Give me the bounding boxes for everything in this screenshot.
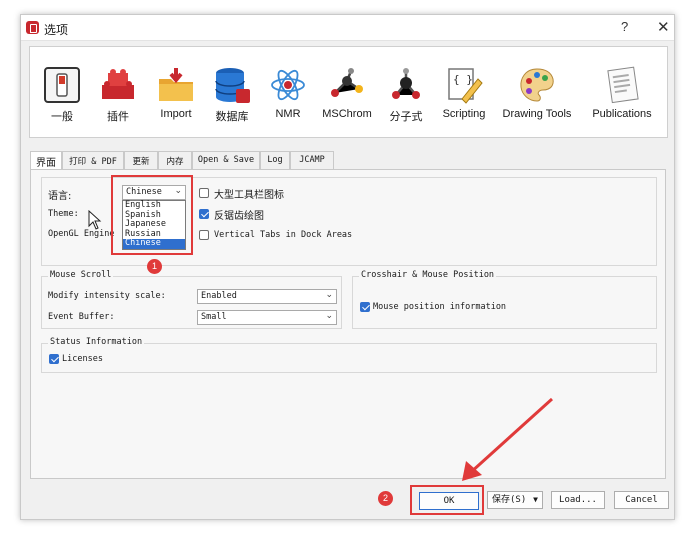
tool-label: Scripting — [442, 108, 486, 120]
modify-intensity-select[interactable]: Enabled ⌄ — [197, 289, 337, 304]
tool-scripting[interactable]: { } Scripting — [438, 47, 490, 139]
atom-icon — [271, 69, 305, 101]
event-buffer-value: Small — [201, 312, 227, 322]
tool-label: 数据库 — [215, 111, 249, 123]
tool-mschrom[interactable]: MSChrom — [320, 47, 374, 139]
tool-label: 分子式 — [389, 111, 423, 123]
palette-icon — [520, 68, 554, 102]
theme-label: Theme: — [48, 209, 79, 219]
antialias-checkbox[interactable] — [199, 209, 209, 219]
status-title: Status Information — [48, 337, 145, 347]
svg-text:{ }: { } — [453, 73, 473, 86]
help-button[interactable]: ? — [621, 19, 628, 34]
tab-memory[interactable]: 内存 — [158, 151, 192, 169]
save-button[interactable]: 保存(S) ▼ — [487, 491, 543, 509]
database-icon — [215, 68, 250, 103]
tool-general[interactable]: 一般 — [40, 47, 84, 139]
tool-label: Drawing Tools — [502, 108, 572, 120]
tool-label: Import — [160, 108, 192, 120]
licenses-label: Licenses — [62, 354, 103, 364]
molecule-chrom-icon — [331, 68, 363, 97]
options-dialog: 选项 ? ✕ 一般 插件 Import 数据库 NMR MSChrom 分子式 … — [20, 14, 675, 520]
tab-jcamp[interactable]: JCAMP — [290, 151, 334, 169]
title-bar: 选项 ? ✕ — [21, 15, 674, 41]
crosshair-group: Crosshair & Mouse Position Mouse positio… — [352, 270, 657, 329]
annotation-arrow — [462, 397, 554, 481]
tool-label: 插件 — [107, 111, 129, 123]
modify-intensity-label: Modify intensity scale: — [48, 291, 166, 301]
plugin-bricks-icon — [102, 69, 134, 99]
tool-database[interactable]: 数据库 — [210, 47, 254, 139]
mouse-scroll-title: Mouse Scroll — [48, 270, 114, 280]
tool-nmr[interactable]: NMR — [266, 47, 310, 139]
molecule-icon — [392, 68, 420, 99]
modify-intensity-value: Enabled — [201, 291, 237, 301]
save-button-label: 保存(S) — [492, 495, 527, 505]
tab-update[interactable]: 更新 — [124, 151, 158, 169]
load-button[interactable]: Load... — [551, 491, 605, 509]
mouse-position-label: Mouse position information — [373, 302, 507, 312]
tool-plugins[interactable]: 插件 — [96, 47, 140, 139]
close-button[interactable]: ✕ — [657, 18, 670, 36]
mouse-scroll-group: Mouse Scroll Modify intensity scale: Ena… — [41, 270, 342, 329]
annotation-badge-2: 2 — [378, 491, 393, 506]
import-folder-icon — [159, 68, 193, 101]
crosshair-title: Crosshair & Mouse Position — [359, 270, 497, 280]
tool-drawing[interactable]: Drawing Tools — [500, 47, 574, 139]
tool-label: MSChrom — [322, 108, 372, 120]
status-group: Status Information Licenses — [41, 337, 657, 373]
chevron-down-icon: ⌄ — [325, 311, 333, 321]
script-pencil-icon: { } — [448, 68, 483, 104]
mouse-position-checkbox[interactable] — [360, 302, 370, 312]
window-title: 选项 — [44, 23, 69, 37]
app-logo-icon — [26, 21, 39, 34]
event-buffer-select[interactable]: Small ⌄ — [197, 310, 337, 325]
tool-publications[interactable]: Publications — [588, 47, 656, 139]
tab-print-pdf[interactable]: 打印 & PDF — [62, 151, 124, 169]
tool-label: 一般 — [51, 111, 73, 123]
highlight-box-language — [111, 175, 193, 255]
mouse-cursor-icon — [88, 210, 102, 230]
tab-log[interactable]: Log — [260, 151, 290, 169]
tab-interface[interactable]: 界面 — [30, 151, 62, 170]
chevron-down-icon: ⌄ — [325, 290, 333, 300]
language-label: 语言: — [48, 191, 72, 202]
vertical-tabs-checkbox[interactable] — [199, 230, 209, 240]
antialias-label: 反锯齿绘图 — [214, 211, 264, 222]
vertical-tabs-label: Vertical Tabs in Dock Areas — [214, 230, 353, 240]
tool-label: Publications — [592, 108, 652, 120]
general-switch-icon — [44, 67, 80, 103]
tab-open-save[interactable]: Open & Save — [192, 151, 260, 169]
tool-import[interactable]: Import — [152, 47, 200, 139]
licenses-checkbox[interactable] — [49, 354, 59, 364]
dropdown-arrow-icon: ▼ — [533, 495, 538, 504]
annotation-badge-1: 1 — [147, 259, 162, 274]
tool-formula[interactable]: 分子式 — [382, 47, 430, 139]
cancel-button[interactable]: Cancel — [614, 491, 669, 509]
event-buffer-label: Event Buffer: — [48, 312, 115, 322]
large-toolbar-icons-label: 大型工具栏图标 — [214, 190, 284, 201]
newspaper-icon — [607, 66, 639, 104]
category-toolbar: 一般 插件 Import 数据库 NMR MSChrom 分子式 {} Scr… — [29, 46, 668, 138]
tool-label: NMR — [275, 108, 301, 120]
large-toolbar-icons-checkbox[interactable] — [199, 188, 209, 198]
